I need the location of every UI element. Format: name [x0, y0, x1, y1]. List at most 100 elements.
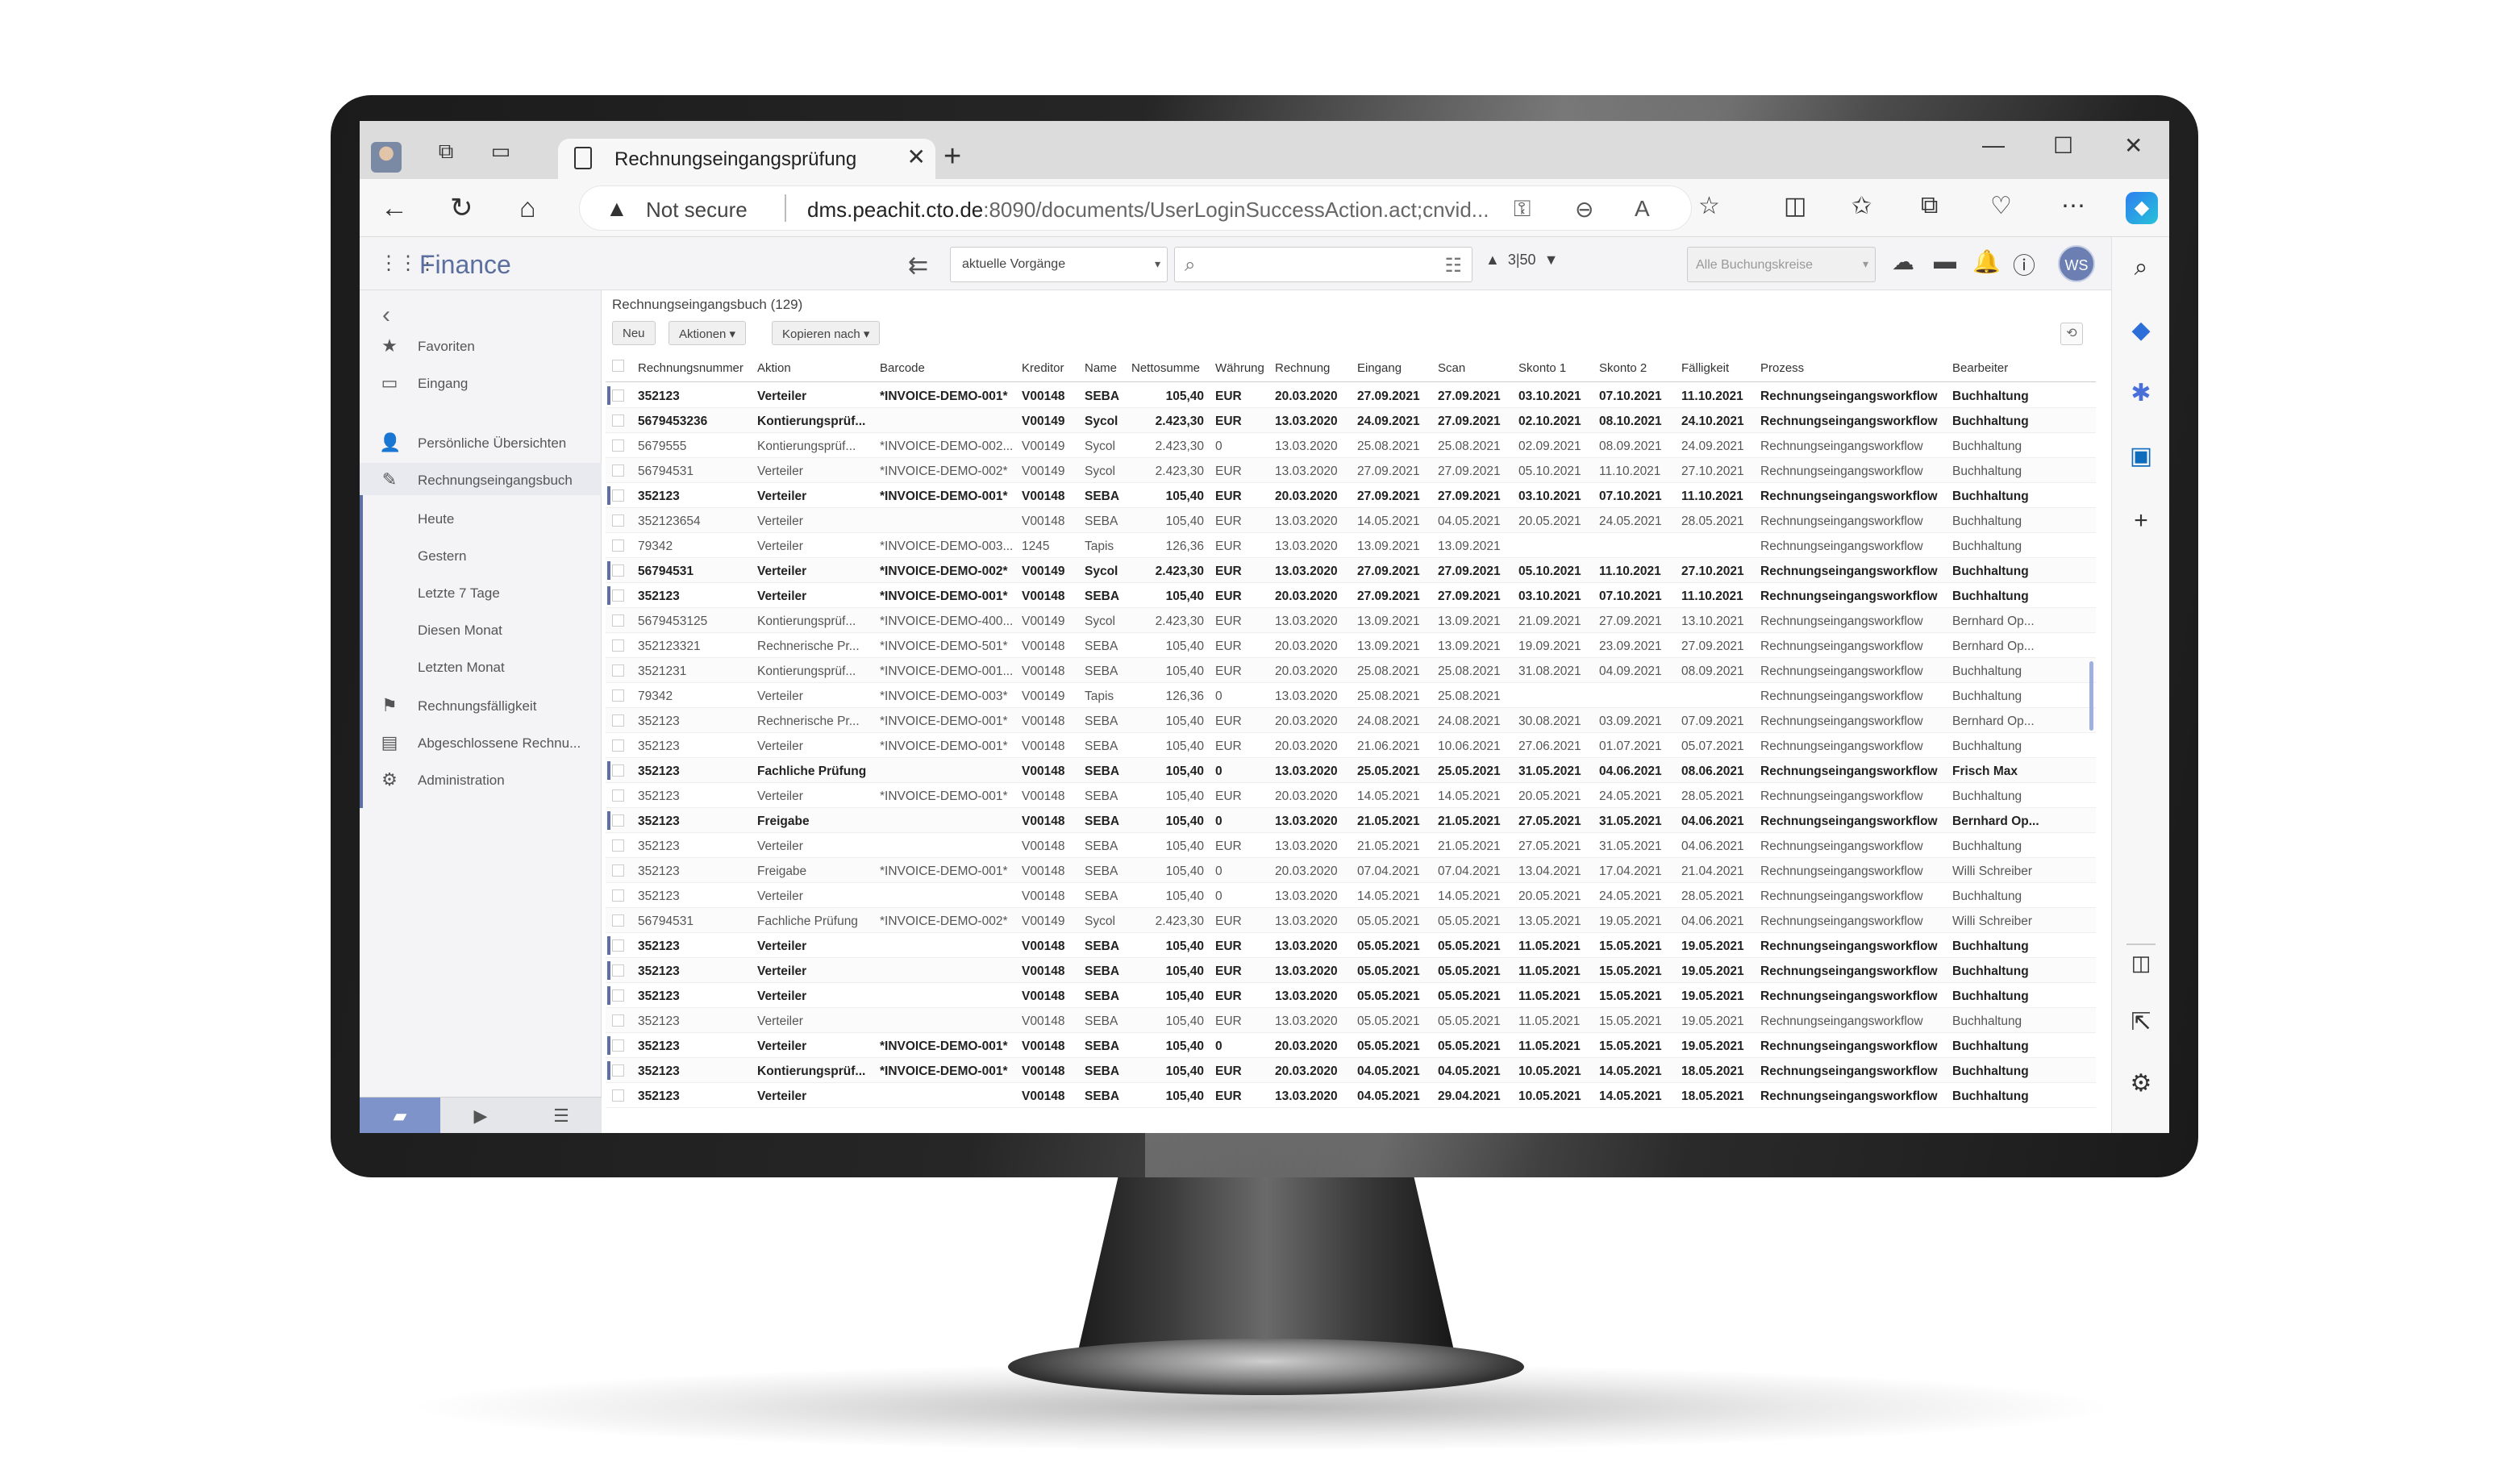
row-checkbox[interactable] [612, 714, 624, 727]
column-header[interactable]: Rechnungsnummer [638, 361, 744, 375]
refresh-icon[interactable]: ⟲ [2060, 323, 2083, 345]
row-checkbox[interactable] [612, 589, 624, 602]
sidebar-item-letzte-7-tage[interactable]: Letzte 7 Tage [360, 576, 602, 608]
row-checkbox[interactable] [612, 539, 624, 552]
info-icon[interactable]: ⓘ [2013, 248, 2035, 281]
sidebar-item-abgeschlossene[interactable]: ▤ Abgeschlossene Rechnu... [360, 726, 602, 758]
row-checkbox[interactable] [612, 414, 624, 427]
add-sidebar-app-icon[interactable]: + [2126, 506, 2156, 535]
search-input[interactable]: ⌕ ☷ [1174, 247, 1472, 282]
row-checkbox[interactable] [612, 889, 624, 902]
table-row[interactable]: 352123 Verteiler *INVOICE-DEMO-001* V00148 S… [606, 783, 2096, 808]
reload-icon[interactable]: ↻ [450, 192, 473, 224]
column-header[interactable]: Bearbeiter [1952, 361, 2008, 375]
row-checkbox[interactable] [612, 389, 624, 402]
column-header[interactable]: Fälligkeit [1681, 361, 1729, 375]
column-header[interactable]: Scan [1438, 361, 1465, 375]
table-row[interactable]: 352123 Verteiler *INVOICE-DEMO-001* V00148 S… [606, 1033, 2096, 1058]
sidebar-item-rechnungseingangsbuch[interactable]: ✎ Rechnungseingangsbuch [360, 463, 602, 495]
filter-settings-icon[interactable]: ☷ [1444, 254, 1462, 277]
row-checkbox[interactable] [612, 789, 624, 802]
row-checkbox[interactable] [612, 839, 624, 852]
sidebar-item-favoriten[interactable]: ★ Favoriten [360, 329, 602, 361]
read-aloud-icon[interactable]: A [1635, 196, 1650, 222]
row-checkbox[interactable] [612, 764, 624, 777]
row-checkbox[interactable] [612, 514, 624, 527]
sidebar-item-persoenliche-uebersichten[interactable]: 👤 Persönliche Übersichten [360, 426, 602, 458]
open-external-icon[interactable]: ⇱ [2126, 1008, 2156, 1037]
table-row[interactable]: 5679453236 Kontierungsprüf... V00149 Sycol 2… [606, 408, 2096, 433]
company-code-select[interactable]: Alle Buchungskreise ▾ [1687, 247, 1876, 282]
process-filter-select[interactable]: aktuelle Vorgänge ▾ [950, 247, 1168, 282]
warning-icon[interactable]: ▲ [606, 196, 628, 222]
sidebar-item-eingang[interactable]: ▭ Eingang [360, 366, 602, 398]
more-icon[interactable]: ⋯ [2061, 192, 2085, 220]
favorite-star-icon[interactable]: ☆ [1698, 192, 1720, 220]
table-row[interactable]: 5679453125 Kontierungsprüf... *INVOICE-DEM… [606, 608, 2096, 633]
column-header[interactable]: Eingang [1357, 361, 1402, 375]
table-row[interactable]: 352123321 Rechnerische Pr... *INVOICE-DEMO… [606, 633, 2096, 658]
row-checkbox[interactable] [612, 864, 624, 877]
search-icon[interactable]: ⌕ [2126, 253, 2156, 282]
address-bar[interactable]: ▲ Not secure dms.peachit.cto.de:8090/doc… [579, 185, 1692, 231]
row-checkbox[interactable] [612, 489, 624, 502]
row-checkbox[interactable] [612, 1089, 624, 1102]
row-checkbox[interactable] [612, 964, 624, 977]
column-header[interactable]: Währung [1215, 361, 1264, 375]
new-tab-icon[interactable]: + [943, 140, 961, 173]
outlook-icon[interactable]: ▣ [2126, 442, 2156, 471]
table-row[interactable]: 352123 Verteiler V00148 SEBA 105,40 EUR 13.03.… [606, 1008, 2096, 1033]
row-checkbox[interactable] [612, 664, 624, 677]
profile-avatar[interactable] [371, 142, 402, 173]
sidebar-item-gestern[interactable]: Gestern [360, 539, 602, 571]
new-button[interactable]: Neu [612, 321, 656, 345]
table-row[interactable]: 79342 Verteiler *INVOICE-DEMO-003... 1245 Ta… [606, 533, 2096, 558]
row-checkbox[interactable] [612, 564, 624, 577]
table-row[interactable]: 352123 Verteiler *INVOICE-DEMO-001* V00148 S… [606, 583, 2096, 608]
table-row[interactable]: 352123 Verteiler V00148 SEBA 105,40 EUR 13.03.… [606, 958, 2096, 983]
actions-button[interactable]: Aktionen ▾ [669, 321, 747, 345]
sidebar-item-rechnungsfaelligkeit[interactable]: ⚑ Rechnungsfälligkeit [360, 689, 602, 721]
row-checkbox[interactable] [612, 914, 624, 927]
column-header[interactable]: Aktion [757, 361, 791, 375]
table-row[interactable]: 352123 Verteiler V00148 SEBA 105,40 EUR 13.03.… [606, 1083, 2096, 1108]
folder-icon[interactable]: ▰ [360, 1098, 440, 1133]
collections-toolbar-icon[interactable]: ⧉ [1921, 192, 1938, 219]
table-row[interactable]: 5679555 Kontierungsprüf... *INVOICE-DEMO-0… [606, 433, 2096, 458]
zoom-icon[interactable]: ⊖ [1575, 196, 1593, 223]
key-icon[interactable]: ⚿ [1514, 196, 1531, 223]
sidebar-item-letzten-monat[interactable]: Letzten Monat [360, 650, 602, 682]
column-header[interactable]: Name [1085, 361, 1117, 375]
row-checkbox[interactable] [612, 1039, 624, 1052]
collapse-menu-icon[interactable]: ⇇ [908, 252, 928, 280]
table-row[interactable]: 3521231 Kontierungsprüf... *INVOICE-DEMO-0… [606, 658, 2096, 683]
sidebar-item-diesen-monat[interactable]: Diesen Monat [360, 613, 602, 645]
maximize-icon[interactable]: ☐ [2053, 132, 2073, 159]
row-checkbox[interactable] [612, 639, 624, 652]
home-icon[interactable]: ⌂ [519, 192, 536, 224]
chat-icon[interactable]: ▬ [1934, 248, 1956, 274]
table-row[interactable]: 352123 Verteiler V00148 SEBA 105,40 0 13.03.20… [606, 883, 2096, 908]
column-header[interactable]: Skonto 1 [1518, 361, 1566, 375]
table-row[interactable]: 352123 Verteiler *INVOICE-DEMO-001* V00148 S… [606, 483, 2096, 508]
browser-tab-active[interactable]: Rechnungseingangsprüfung ✕ [558, 139, 935, 179]
settings-gear-icon[interactable]: ⚙ [2126, 1069, 2156, 1098]
security-label[interactable]: Not secure [646, 198, 748, 223]
tab-close-icon[interactable]: ✕ [907, 144, 926, 170]
copilot-icon[interactable]: ◆ [2126, 192, 2158, 224]
table-row[interactable]: 352123 Fachliche Prüfung V00148 SEBA 105,40 0… [606, 758, 2096, 783]
table-row[interactable]: 352123 Verteiler *INVOICE-DEMO-001* V00148 S… [606, 383, 2096, 408]
row-checkbox[interactable] [612, 614, 624, 627]
play-icon[interactable]: ▶ [440, 1098, 521, 1133]
table-row[interactable]: 352123 Kontierungsprüf... *INVOICE-DEMO-00… [606, 1058, 2096, 1083]
row-checkbox[interactable] [612, 814, 624, 827]
back-icon[interactable]: ← [381, 192, 408, 224]
row-checkbox[interactable] [612, 989, 624, 1002]
url-text[interactable]: dms.peachit.cto.de:8090/documents/UserLo… [807, 198, 1489, 223]
browser-essentials-icon[interactable]: ♡ [1990, 192, 2012, 220]
page-down-icon[interactable]: ▼ [1544, 252, 1559, 268]
select-all-checkbox[interactable] [612, 360, 624, 372]
table-row[interactable]: 352123 Verteiler V00148 SEBA 105,40 EUR 13.03.… [606, 833, 2096, 858]
table-row[interactable]: 56794531 Verteiler *INVOICE-DEMO-002* V0014… [606, 458, 2096, 483]
sidebar-layout-icon[interactable]: ◫ [2126, 944, 2156, 975]
